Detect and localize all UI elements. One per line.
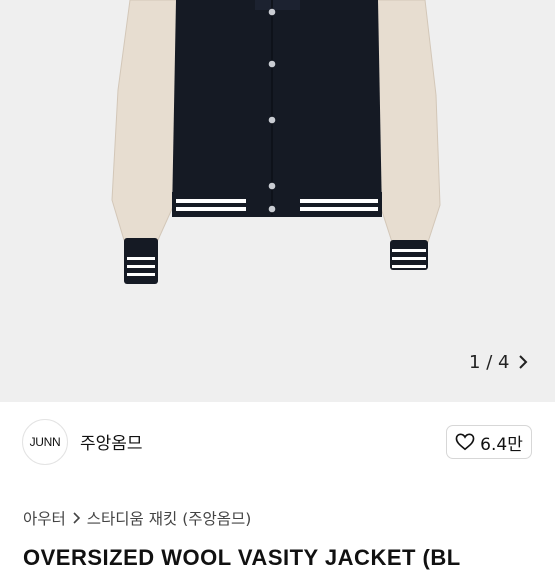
breadcrumb-subcategory[interactable]: 스타디움 재킷 (주앙옴므)	[87, 507, 252, 529]
like-count: 6.4만	[480, 434, 523, 455]
like-button[interactable]: 6.4만	[446, 425, 532, 459]
pager-total: 4	[498, 351, 510, 373]
product-image-gallery[interactable]: 1 / 4	[0, 0, 555, 402]
seller-name[interactable]: 주앙옴므	[80, 429, 143, 454]
pager-label: 1 / 4	[469, 352, 509, 373]
chevron-right-icon[interactable]	[518, 355, 528, 369]
pager-current: 1	[469, 351, 481, 373]
image-pager[interactable]: 1 / 4	[459, 345, 540, 379]
product-title: OVERSIZED WOOL VASITY JACKET (BL	[23, 545, 461, 570]
seller-logo-text: JUNN	[29, 435, 61, 449]
breadcrumb-category[interactable]: 아우터	[23, 507, 66, 529]
seller-row[interactable]: JUNN 주앙옴므 6.4만	[0, 402, 555, 480]
heart-outline-icon	[455, 433, 475, 451]
seller-logo-avatar[interactable]: JUNN	[22, 419, 68, 465]
breadcrumb: 아우터 스타디움 재킷 (주앙옴므)	[23, 507, 251, 529]
chevron-right-icon	[73, 512, 80, 524]
pager-separator: /	[486, 351, 493, 373]
product-image	[111, 0, 441, 284]
